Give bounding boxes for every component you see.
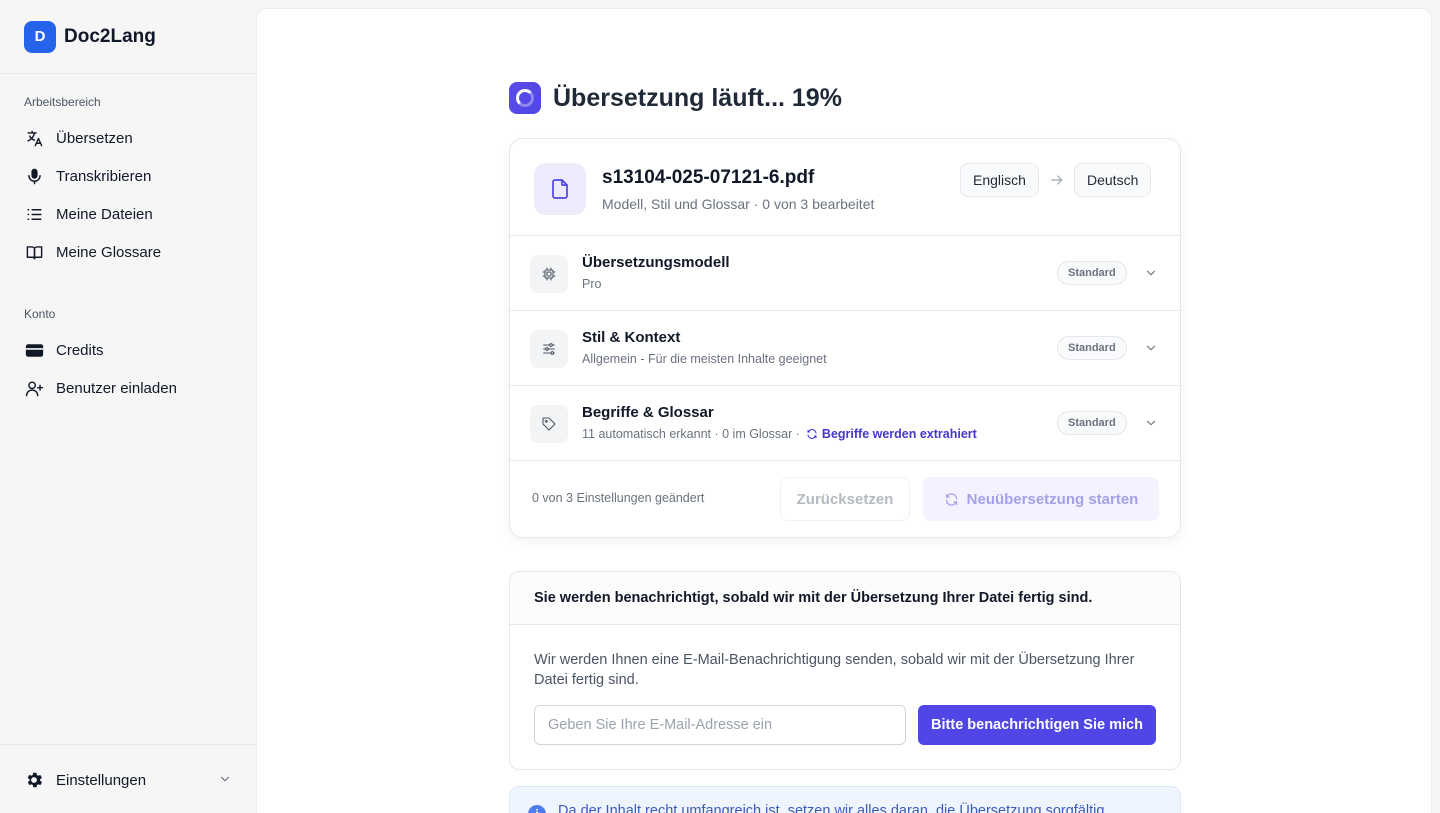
refresh-icon	[945, 492, 957, 506]
settings-menu[interactable]: Einstellungen	[24, 769, 232, 791]
refresh-icon	[807, 429, 817, 439]
sidebar-item-my-glossaries[interactable]: Meine Glossare	[24, 237, 232, 267]
section-label-account: Konto	[24, 307, 56, 321]
chevron-down-icon	[220, 776, 230, 782]
status-badge: Standard	[1057, 336, 1127, 360]
sidebar-item-translate[interactable]: Übersetzen	[24, 123, 232, 153]
setting-title: Übersetzungsmodell	[582, 254, 730, 271]
restart-label: Neuübersetzung starten	[966, 490, 1139, 508]
setting-subtitle: Pro	[582, 277, 602, 291]
info-text: Da der Inhalt recht umfangreich ist, set…	[558, 803, 1105, 813]
sidebar: D Doc2Lang Arbeitsbereich Übersetzen Tra…	[0, 0, 256, 813]
credit-card-icon	[24, 340, 44, 360]
brand-logo: D	[24, 20, 56, 53]
restart-translation-button[interactable]: Neuübersetzung starten	[923, 477, 1159, 521]
arrow-right-icon	[1051, 175, 1063, 185]
changed-count-text: 0 von 3 Einstellungen geändert	[532, 491, 705, 505]
gear-icon	[24, 770, 44, 790]
chevron-down-icon[interactable]	[1144, 341, 1158, 355]
progress-spinner-icon	[509, 82, 541, 114]
extracting-text: Begriffe werden extrahiert	[821, 427, 977, 441]
chevron-down-icon[interactable]	[1144, 266, 1158, 280]
file-icon	[534, 163, 586, 215]
setting-title: Stil & Kontext	[582, 329, 681, 346]
notification-card: Sie werden benachrichtigt, sobald wir mi…	[509, 571, 1181, 770]
email-input[interactable]	[534, 705, 906, 745]
setting-row-style[interactable]: Stil & Kontext Allgemein - Für die meist…	[510, 311, 1180, 386]
sidebar-item-my-files[interactable]: Meine Dateien	[24, 199, 232, 229]
extracting-status: Begriffe werden extrahiert	[806, 427, 977, 441]
settings-label: Einstellungen	[56, 771, 147, 789]
setting-subtitle: 11 automatisch erkannt · 0 im Glossar · …	[582, 427, 977, 441]
status-badge: Standard	[1057, 411, 1127, 435]
file-name: s13104-025-07121-6.pdf	[602, 167, 815, 188]
card-footer: 0 von 3 Einstellungen geändert Zurückset…	[510, 461, 1180, 537]
setting-subtitle: Allgemein - Für die meisten Inhalte geei…	[582, 352, 827, 366]
info-banner: i Da der Inhalt recht umfangreich ist, s…	[509, 786, 1181, 813]
brand[interactable]: D Doc2Lang	[0, 0, 256, 74]
microphone-icon	[24, 166, 44, 186]
chevron-down-icon[interactable]	[1144, 416, 1158, 430]
sidebar-item-label: Meine Dateien	[56, 205, 153, 223]
sidebar-item-label: Meine Glossare	[56, 243, 162, 261]
chip-icon	[530, 255, 568, 293]
info-icon: i	[528, 805, 546, 813]
sidebar-item-label: Credits	[56, 341, 104, 359]
sidebar-item-transcribe[interactable]: Transkribieren	[24, 161, 232, 191]
translation-settings-card: s13104-025-07121-6.pdf Modell, Stil und …	[509, 138, 1181, 538]
sidebar-item-label: Transkribieren	[56, 167, 152, 185]
book-icon	[24, 242, 44, 262]
brand-name: Doc2Lang	[64, 25, 156, 47]
section-label-workspace: Arbeitsbereich	[24, 95, 101, 109]
user-plus-icon	[24, 378, 44, 398]
notify-me-button[interactable]: Bitte benachrichtigen Sie mich	[918, 705, 1156, 745]
sidebar-item-credits[interactable]: Credits	[24, 335, 232, 365]
notification-heading: Sie werden benachrichtigt, sobald wir mi…	[510, 572, 1180, 625]
page-header: Übersetzung läuft... 19%	[509, 81, 842, 115]
page-title: Übersetzung läuft... 19%	[553, 83, 842, 112]
sidebar-item-label: Benutzer einladen	[56, 379, 177, 397]
setting-title: Begriffe & Glossar	[582, 404, 714, 421]
status-badge: Standard	[1057, 261, 1127, 285]
notification-body: Wir werden Ihnen eine E-Mail-Benachricht…	[534, 652, 1135, 688]
sidebar-item-label: Übersetzen	[56, 129, 133, 147]
setting-row-model[interactable]: Übersetzungsmodell Pro Standard	[510, 236, 1180, 311]
main-panel: Übersetzung läuft... 19% s13104-025-0712…	[256, 8, 1432, 813]
tag-icon	[530, 405, 568, 443]
translate-icon	[24, 128, 44, 148]
setting-row-glossary[interactable]: Begriffe & Glossar 11 automatisch erkann…	[510, 386, 1180, 461]
glossary-count-text: 11 automatisch erkannt · 0 im Glossar ·	[582, 427, 800, 441]
sidebar-footer: Einstellungen	[0, 744, 256, 813]
reset-button[interactable]: Zurücksetzen	[780, 477, 910, 521]
file-info-row: s13104-025-07121-6.pdf Modell, Stil und …	[510, 139, 1180, 236]
list-icon	[24, 204, 44, 224]
source-language[interactable]: Englisch	[960, 163, 1039, 197]
file-subtitle: Modell, Stil und Glossar · 0 von 3 bearb…	[602, 196, 875, 212]
sliders-icon	[530, 330, 568, 368]
target-language[interactable]: Deutsch	[1074, 163, 1152, 197]
sidebar-item-invite-users[interactable]: Benutzer einladen	[24, 373, 232, 403]
